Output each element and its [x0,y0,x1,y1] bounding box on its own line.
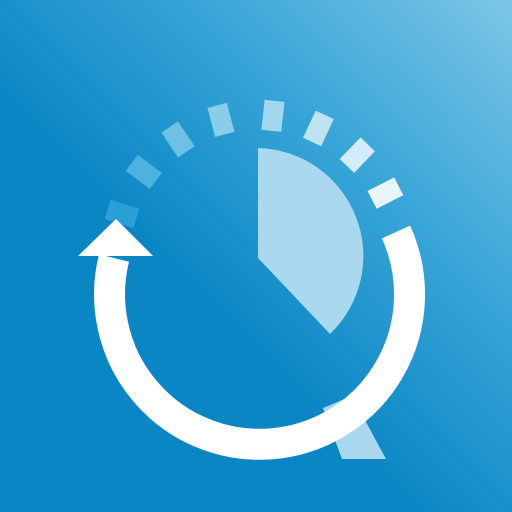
tick-mark-5 [261,99,285,132]
app-icon [0,0,512,512]
